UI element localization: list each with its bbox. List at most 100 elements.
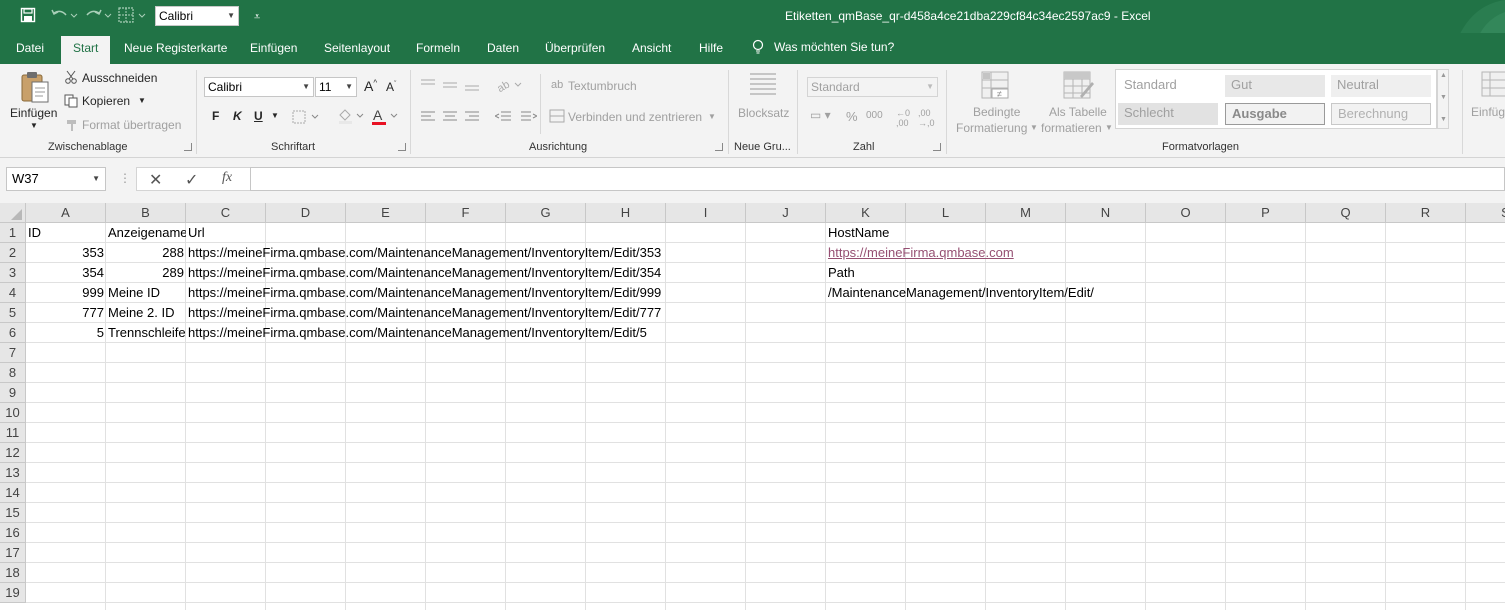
cell-a6[interactable]: 5 xyxy=(26,323,106,343)
row-header-10[interactable]: 10 xyxy=(0,403,26,423)
enter-check-icon[interactable]: ✓ xyxy=(185,170,198,190)
format-as-table-button[interactable]: Als Tabelle xyxy=(1049,105,1107,119)
number-launcher-icon[interactable] xyxy=(933,143,941,151)
cell-k1[interactable]: HostName xyxy=(826,223,891,243)
style-gut[interactable]: Gut xyxy=(1225,75,1325,97)
row-header-11[interactable]: 11 xyxy=(0,423,26,443)
row-header-14[interactable]: 14 xyxy=(0,483,26,503)
tab-formeln[interactable]: Formeln xyxy=(416,41,460,55)
row-header-12[interactable]: 12 xyxy=(0,443,26,463)
cell-a4[interactable]: 999 xyxy=(26,283,106,303)
blocksatz-button[interactable]: Blocksatz xyxy=(738,106,789,120)
row-header-4[interactable]: 4 xyxy=(0,283,26,303)
column-header-n[interactable]: N xyxy=(1066,203,1146,223)
column-header-j[interactable]: J xyxy=(746,203,826,223)
style-standard[interactable]: Standard xyxy=(1118,75,1218,97)
number-format-box[interactable]: Standard ▼ xyxy=(807,77,938,97)
underline-dropdown-icon[interactable]: ▼ xyxy=(271,111,279,120)
name-box[interactable]: W37 ▼ xyxy=(6,167,106,191)
select-all-corner[interactable] xyxy=(0,203,26,223)
tell-me-search[interactable]: Was möchten Sie tun? xyxy=(752,39,894,55)
row-header-8[interactable]: 8 xyxy=(0,363,26,383)
row-header-16[interactable]: 16 xyxy=(0,523,26,543)
row-header-1[interactable]: 1 xyxy=(0,223,26,243)
cell-c2[interactable]: https://meineFirma.qmbase.com/Maintenanc… xyxy=(186,243,663,263)
column-header-k[interactable]: K xyxy=(826,203,906,223)
cell-b5[interactable]: Meine 2. ID xyxy=(106,303,176,323)
cell-a5[interactable]: 777 xyxy=(26,303,106,323)
row-header-19[interactable]: 19 xyxy=(0,583,26,603)
underline-button[interactable]: U xyxy=(254,109,263,123)
clipboard-launcher-icon[interactable] xyxy=(184,143,192,151)
grow-font-icon[interactable]: A^ xyxy=(364,78,377,94)
styles-gallery-scrollbar[interactable]: ▲ ▼ ▼ xyxy=(1437,69,1449,129)
increase-decimal-icon[interactable]: ←0,00 xyxy=(896,108,910,128)
paste-icon[interactable] xyxy=(18,70,52,109)
align-top-icon[interactable] xyxy=(421,78,485,95)
column-header-h[interactable]: H xyxy=(586,203,666,223)
redo-icon[interactable] xyxy=(85,7,113,26)
column-header-l[interactable]: L xyxy=(906,203,986,223)
row-header-5[interactable]: 5 xyxy=(0,303,26,323)
tab-ansicht[interactable]: Ansicht xyxy=(632,41,671,55)
formula-input[interactable] xyxy=(250,167,1505,191)
shrink-font-icon[interactable]: Aˇ xyxy=(386,80,396,94)
cell-b4[interactable]: Meine ID xyxy=(106,283,162,303)
column-header-o[interactable]: O xyxy=(1146,203,1226,223)
style-neutral[interactable]: Neutral xyxy=(1331,75,1431,97)
cell-k3[interactable]: Path xyxy=(826,263,857,283)
decrease-decimal-icon[interactable]: ,00 →,0 xyxy=(918,108,935,128)
wrap-text-button[interactable]: Textumbruch xyxy=(568,79,637,93)
cell-c6[interactable]: https://meineFirma.qmbase.com/Maintenanc… xyxy=(186,323,649,343)
style-berechnung[interactable]: Berechnung xyxy=(1331,103,1431,125)
cell-b1[interactable]: Anzeigename xyxy=(106,223,186,243)
column-header-e[interactable]: E xyxy=(346,203,426,223)
column-header-s[interactable]: S xyxy=(1466,203,1505,223)
gallery-expand-icon[interactable]: ▼ xyxy=(1440,116,1447,123)
alignment-launcher-icon[interactable] xyxy=(715,143,723,151)
fill-color-icon[interactable] xyxy=(337,108,367,127)
row-header-3[interactable]: 3 xyxy=(0,263,26,283)
bold-button[interactable]: F xyxy=(212,109,219,123)
formula-bar-grip-icon[interactable]: ⋮ xyxy=(119,171,131,185)
tab-daten[interactable]: Daten xyxy=(487,41,519,55)
insert-function-icon[interactable]: fx xyxy=(222,170,232,186)
column-header-m[interactable]: M xyxy=(986,203,1066,223)
cell-c4[interactable]: https://meineFirma.qmbase.com/Maintenanc… xyxy=(186,283,663,303)
row-header-13[interactable]: 13 xyxy=(0,463,26,483)
tab-start[interactable]: Start xyxy=(61,36,111,64)
font-launcher-icon[interactable] xyxy=(398,143,406,151)
tab-hilfe[interactable]: Hilfe xyxy=(699,41,723,55)
indent-icon[interactable] xyxy=(493,110,539,127)
save-icon[interactable] xyxy=(20,7,36,26)
cell-k2[interactable]: https://meineFirma.qmbase.com xyxy=(826,243,1016,263)
row-header-2[interactable]: 2 xyxy=(0,243,26,263)
cell-b2[interactable]: 288 xyxy=(106,243,186,263)
copy-button[interactable]: Kopieren xyxy=(82,94,130,108)
row-header-18[interactable]: 18 xyxy=(0,563,26,583)
column-header-d[interactable]: D xyxy=(266,203,346,223)
row-header-6[interactable]: 6 xyxy=(0,323,26,343)
row-header-17[interactable]: 17 xyxy=(0,543,26,563)
style-schlecht[interactable]: Schlecht xyxy=(1118,103,1218,125)
undo-icon[interactable] xyxy=(50,7,78,26)
customize-quick-access-icon[interactable]: ⩡ xyxy=(254,8,260,27)
row-header-7[interactable]: 7 xyxy=(0,343,26,363)
paste-button[interactable]: Einfügen xyxy=(10,106,57,120)
column-header-r[interactable]: R xyxy=(1386,203,1466,223)
cell-k4[interactable]: /MaintenanceManagement/InventoryItem/Edi… xyxy=(826,283,1096,303)
row-header-15[interactable]: 15 xyxy=(0,503,26,523)
chevron-down-icon[interactable]: ▼ xyxy=(1440,94,1447,101)
cell-a3[interactable]: 354 xyxy=(26,263,106,283)
chevron-up-icon[interactable]: ▲ xyxy=(1440,72,1447,79)
currency-icon[interactable]: ▭ ▾ xyxy=(810,108,831,122)
style-ausgabe[interactable]: Ausgabe xyxy=(1225,103,1325,125)
merge-center-button[interactable]: Verbinden und zentrieren xyxy=(568,110,702,124)
cell-c1[interactable]: Url xyxy=(186,223,207,243)
cell-a2[interactable]: 353 xyxy=(26,243,106,263)
borders-icon[interactable] xyxy=(118,7,148,26)
paste-dropdown-icon[interactable]: ▼ xyxy=(30,121,38,130)
cell-c3[interactable]: https://meineFirma.qmbase.com/Maintenanc… xyxy=(186,263,663,283)
font-color-icon[interactable]: A xyxy=(371,107,401,129)
cell-b6[interactable]: Trennschleifer xyxy=(106,323,186,343)
